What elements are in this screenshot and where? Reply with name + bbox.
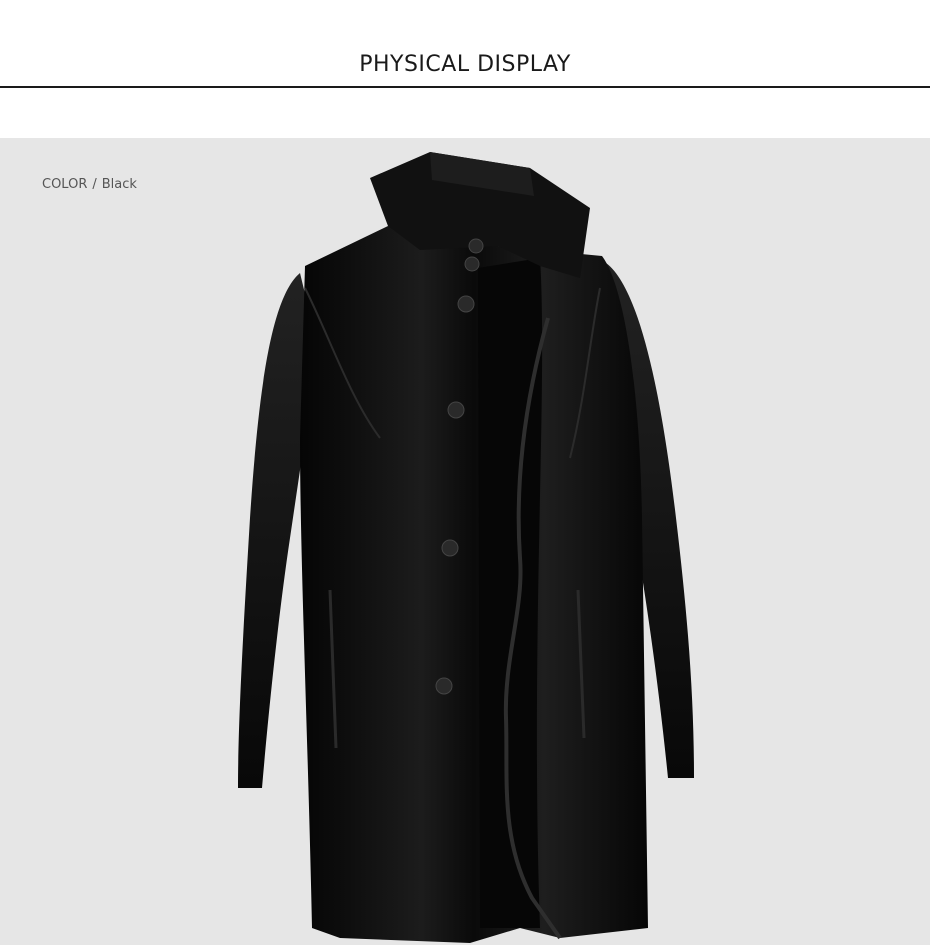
coat-photo bbox=[238, 152, 694, 943]
front-button-2 bbox=[441, 539, 459, 557]
collar-button-3 bbox=[457, 295, 475, 313]
product-display: COLOR / Black bbox=[0, 138, 930, 945]
section-title: PHYSICAL DISPLAY bbox=[359, 52, 571, 77]
coat-body bbox=[300, 226, 648, 943]
collar-button-1 bbox=[468, 238, 484, 254]
section-header: PHYSICAL DISPLAY bbox=[0, 0, 930, 138]
collar-button-2 bbox=[464, 256, 480, 272]
front-button-3 bbox=[435, 677, 453, 695]
front-button-1 bbox=[447, 401, 465, 419]
header-divider bbox=[0, 86, 930, 88]
